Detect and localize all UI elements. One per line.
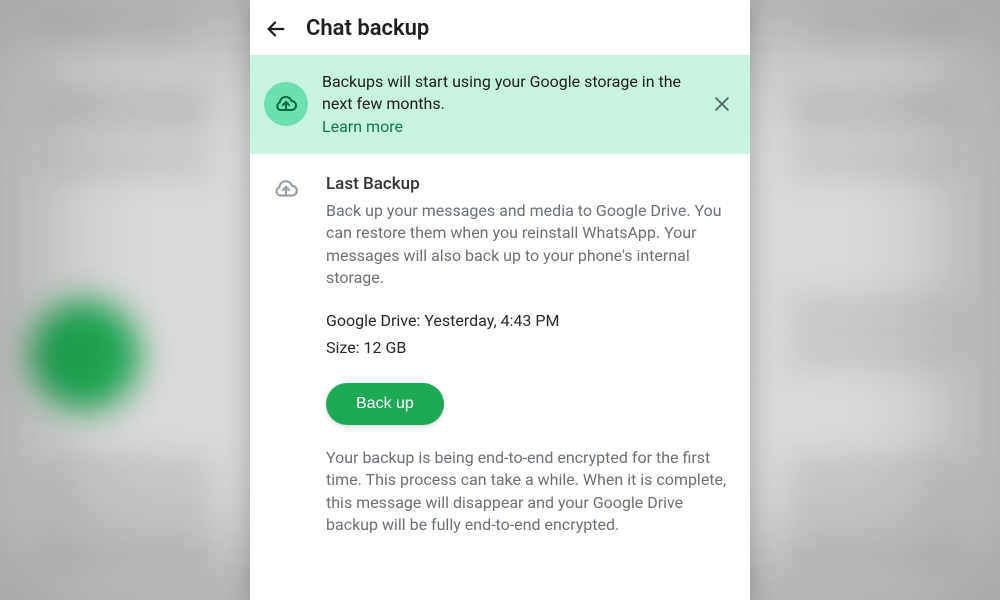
backup-size: Size: 12 GB <box>326 336 736 361</box>
page-title: Chat backup <box>306 16 429 41</box>
backup-meta: Google Drive: Yesterday, 4:43 PM Size: 1… <box>326 309 736 361</box>
back-button[interactable] <box>264 17 288 41</box>
cloud-upload-icon <box>274 92 298 116</box>
section-content: Last Backup Back up your messages and me… <box>326 174 736 537</box>
app-bar: Chat backup <box>250 0 750 55</box>
drive-timestamp: Google Drive: Yesterday, 4:43 PM <box>326 309 736 334</box>
learn-more-link[interactable]: Learn more <box>322 116 403 138</box>
banner-text: Backups will start using your Google sto… <box>322 72 681 113</box>
section-icon <box>264 174 308 537</box>
storage-banner: Backups will start using your Google sto… <box>250 55 750 154</box>
banner-message: Backups will start using your Google sto… <box>322 71 694 138</box>
last-backup-section: Last Backup Back up your messages and me… <box>250 154 750 537</box>
banner-icon-bg <box>264 82 308 126</box>
close-icon <box>712 94 732 114</box>
arrow-left-icon <box>265 18 287 40</box>
encryption-note: Your backup is being end-to-end encrypte… <box>326 447 736 537</box>
backup-description: Back up your messages and media to Googl… <box>326 200 736 290</box>
section-title: Last Backup <box>326 174 736 194</box>
backup-button[interactable]: Back up <box>326 383 444 425</box>
chat-backup-screen: Chat backup Backups will start using you… <box>250 0 750 600</box>
banner-close-button[interactable] <box>708 90 736 118</box>
cloud-upload-icon <box>273 176 299 202</box>
